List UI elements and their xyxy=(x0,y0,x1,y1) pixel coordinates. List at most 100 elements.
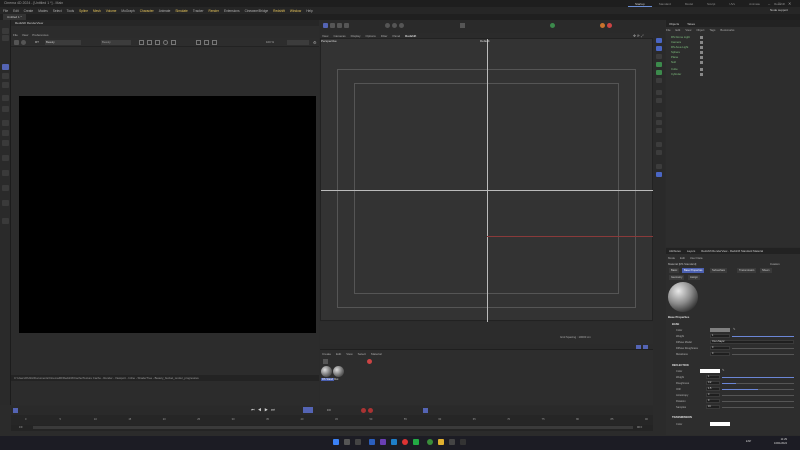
subtab-subsurface[interactable]: Subsurface xyxy=(710,268,728,273)
subtab-sheen[interactable]: Sheen xyxy=(760,268,772,273)
camera-label[interactable]: Perspective xyxy=(321,39,337,43)
color-picker-icon[interactable] xyxy=(163,40,168,45)
cylinder-icon[interactable] xyxy=(656,54,662,59)
material-name-1[interactable]: RS Stand xyxy=(321,378,335,381)
app-icon[interactable] xyxy=(369,439,375,445)
metalness-field[interactable]: 0 xyxy=(710,352,730,356)
material-swatch-1[interactable] xyxy=(321,366,332,377)
menu-item[interactable]: Edit xyxy=(13,9,19,13)
tab-rs-material[interactable]: Redshift RenderView - Redshift Standard … xyxy=(701,249,763,253)
layout-tab[interactable]: UVs xyxy=(722,0,742,7)
key-mode-icon[interactable] xyxy=(423,408,428,413)
menu-item[interactable]: Cineware/Bridge xyxy=(245,9,269,13)
visibility-dot[interactable] xyxy=(700,61,703,64)
polygons-mode-icon[interactable] xyxy=(2,140,9,146)
maximize-icon[interactable]: □ xyxy=(778,1,780,6)
visibility-dot[interactable] xyxy=(700,46,703,49)
viewport-menu-panel[interactable]: Panel xyxy=(392,34,400,38)
menu-item[interactable]: File xyxy=(3,9,8,13)
menu-item[interactable]: MoGraph xyxy=(121,9,134,13)
object-row[interactable]: RS Dome Light xyxy=(671,35,690,39)
subdivision-icon[interactable] xyxy=(656,62,662,67)
sphere-icon[interactable] xyxy=(656,46,662,51)
anisotropy-field[interactable]: 0 xyxy=(706,393,720,397)
crop-icon[interactable] xyxy=(147,40,152,45)
base-color-swatch[interactable] xyxy=(710,328,730,332)
move-tool-icon[interactable] xyxy=(2,64,9,70)
visibility-dot[interactable] xyxy=(700,51,703,54)
layout-tab[interactable]: Startup xyxy=(628,0,652,7)
ior-field[interactable]: 1.5 xyxy=(706,387,720,391)
om-menu-tags[interactable]: Tags xyxy=(709,28,715,32)
spline-icon[interactable] xyxy=(656,164,662,169)
snapshot-icon[interactable] xyxy=(171,40,176,45)
material-menu-create[interactable]: Create xyxy=(322,352,331,356)
om-menu-edit[interactable]: Edit xyxy=(676,28,681,32)
material-menu-view[interactable]: View xyxy=(346,352,352,356)
cube-icon[interactable] xyxy=(656,38,662,43)
am-menu-edit[interactable]: Edit xyxy=(680,256,685,260)
undo-icon[interactable] xyxy=(2,28,9,34)
visibility-dot[interactable] xyxy=(700,73,703,76)
app-icon[interactable] xyxy=(402,439,408,445)
menu-item[interactable]: Volume xyxy=(106,9,117,13)
redshift-ipr-icon[interactable] xyxy=(550,23,555,28)
pen-icon[interactable] xyxy=(337,23,342,28)
material-swatch-2[interactable] xyxy=(333,366,344,377)
visibility-dot[interactable] xyxy=(700,68,703,71)
menu-item[interactable]: Spline xyxy=(79,9,88,13)
live-selection-icon[interactable] xyxy=(2,95,9,101)
app-icon[interactable] xyxy=(460,439,466,445)
file-explorer-icon[interactable] xyxy=(438,439,444,445)
viewport-nav-icons[interactable]: ✥ ⟳ ⤢ xyxy=(633,34,644,38)
model-mode-icon[interactable] xyxy=(2,106,9,112)
menu-item[interactable]: Select xyxy=(53,9,62,13)
display-select[interactable] xyxy=(287,40,309,45)
range-slider[interactable] xyxy=(33,426,633,429)
render-menu-preferences[interactable]: Preferences xyxy=(32,33,48,37)
anisotropy-slider[interactable] xyxy=(722,395,794,396)
tab-takes[interactable]: Takes xyxy=(687,22,695,26)
start-icon[interactable] xyxy=(333,439,339,445)
object-row[interactable]: Cube xyxy=(671,67,678,71)
subtab-assign[interactable]: Assign xyxy=(688,275,700,280)
render-active-view-icon[interactable] xyxy=(392,23,397,28)
material-menu-material[interactable]: Material xyxy=(371,352,382,356)
transport-buttons[interactable]: ⏮ ◀ ▶ ⏭ xyxy=(251,407,276,412)
layout-tab[interactable]: Model xyxy=(678,0,700,7)
cube-primitive-icon[interactable] xyxy=(330,23,335,28)
roughness-field[interactable]: 0.2 xyxy=(706,381,720,385)
language-indicator[interactable]: ESP xyxy=(746,440,751,443)
samples-field[interactable]: 16 xyxy=(706,405,720,409)
generator-icon[interactable] xyxy=(344,23,349,28)
render-to-picture-viewer-icon[interactable] xyxy=(399,23,404,28)
null-icon[interactable] xyxy=(656,128,662,133)
om-menu-object[interactable]: Object xyxy=(696,28,704,32)
render-menu-view[interactable]: View xyxy=(22,33,28,37)
minimize-icon[interactable]: – xyxy=(768,1,770,6)
menu-item[interactable]: Redshift xyxy=(273,9,285,13)
metalness-slider[interactable] xyxy=(732,354,794,355)
am-menu-userdata[interactable]: User Data xyxy=(690,256,703,260)
task-view-icon[interactable] xyxy=(355,439,361,445)
settings-gear-icon[interactable]: ⚙ xyxy=(313,40,317,45)
floor-icon[interactable] xyxy=(656,112,662,117)
edges-mode-icon[interactable] xyxy=(2,130,9,136)
workplane-icon[interactable] xyxy=(2,185,9,191)
redshift-render-icon[interactable] xyxy=(600,23,605,28)
eyedropper-icon[interactable]: ✎ xyxy=(722,368,725,372)
autokey-icon[interactable] xyxy=(13,408,18,413)
trans-color-swatch[interactable] xyxy=(710,422,730,426)
menu-item[interactable]: Modes xyxy=(38,9,48,13)
record-mode-icon[interactable] xyxy=(303,407,313,413)
subtab-basic[interactable]: Basic xyxy=(669,268,680,273)
om-menu-view[interactable]: View xyxy=(685,28,691,32)
layout-tab[interactable]: Standard xyxy=(652,0,678,7)
xpresso-icon[interactable] xyxy=(656,150,662,155)
axis-icon[interactable] xyxy=(2,170,9,176)
reflection-group-header[interactable]: REFLECTION xyxy=(672,364,689,367)
system-clock[interactable]: 11:29 16/01/2024 xyxy=(774,438,787,445)
material-name-2[interactable]: Mat xyxy=(334,378,338,381)
layer-icon[interactable] xyxy=(656,172,662,177)
render-menu-file[interactable]: File xyxy=(13,33,18,37)
